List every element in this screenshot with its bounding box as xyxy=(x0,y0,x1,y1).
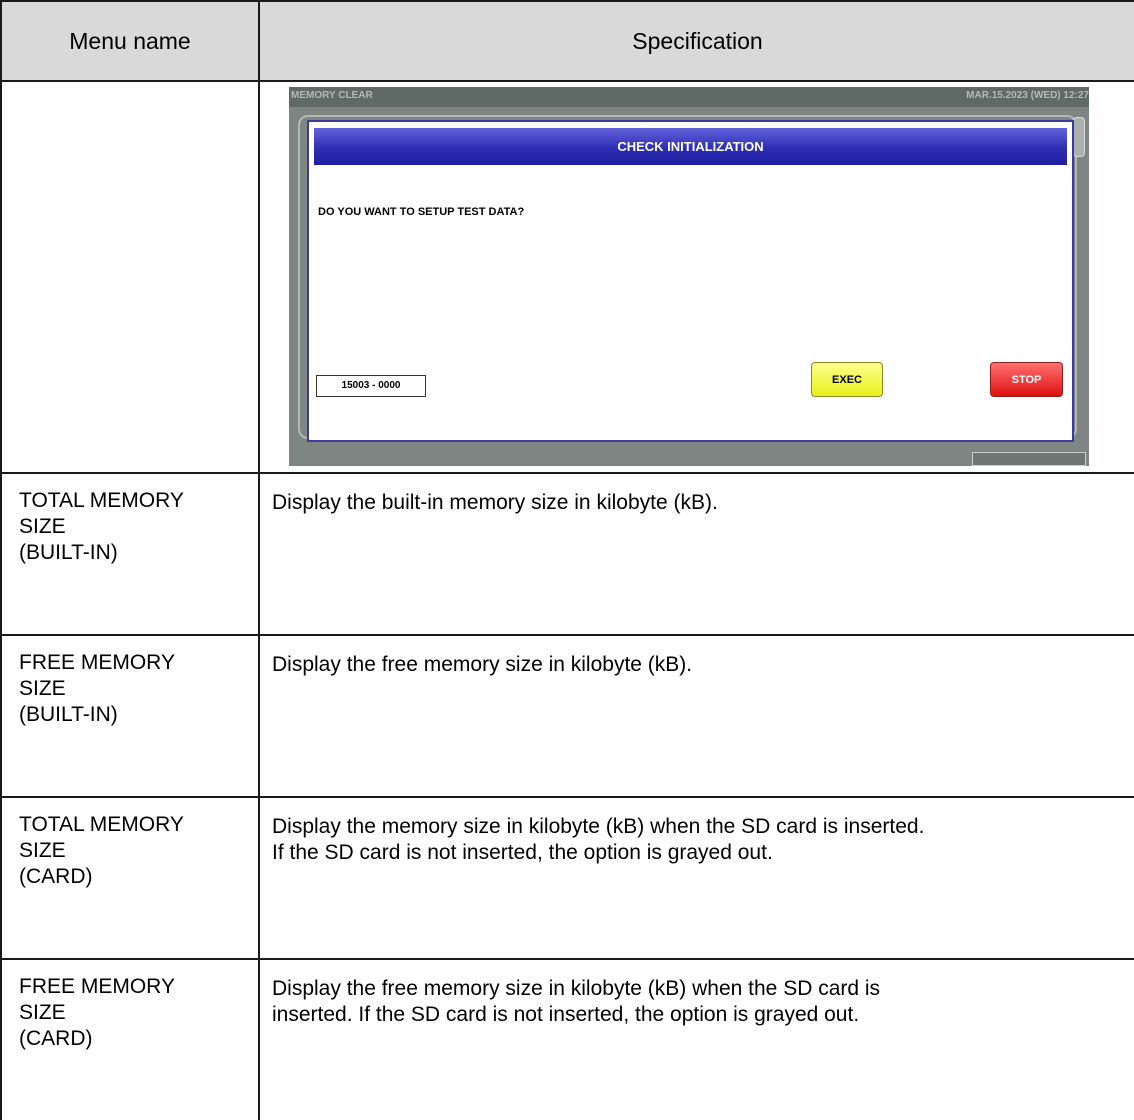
check-initialization-dialog: CHECK INITIALIZATION DO YOU WANT TO SETU… xyxy=(307,120,1074,442)
empty-cell xyxy=(0,80,260,474)
menu-name-cell: FREE MEMORY SIZE (CARD) xyxy=(19,975,175,1050)
table-row: FREE MEMORY SIZE (BUILT-IN) Display the … xyxy=(0,634,1134,798)
stop-button[interactable]: STOP xyxy=(990,362,1063,397)
screen-title: MEMORY CLEAR xyxy=(291,90,373,101)
error-code-box: 15003 - 0000 xyxy=(316,375,426,397)
screen-datetime: MAR.15.2023 (WED) 12:27 xyxy=(966,90,1089,101)
table-row: FREE MEMORY SIZE (CARD) Display the free… xyxy=(0,958,1134,1120)
table-header-row: Menu name Specification xyxy=(0,0,1134,82)
header-specification: Specification xyxy=(258,0,1134,82)
device-screen: MEMORY CLEAR MAR.15.2023 (WED) 12:27 CHE… xyxy=(289,87,1089,466)
menu-name-cell: TOTAL MEMORY SIZE (CARD) xyxy=(19,813,184,888)
header-menu-name: Menu name xyxy=(0,0,260,82)
table-row: TOTAL MEMORY SIZE (BUILT-IN) Display the… xyxy=(0,472,1134,636)
specification-cell: Display the memory size in kilobyte (kB)… xyxy=(272,815,925,864)
status-slot xyxy=(972,452,1086,466)
menu-name-cell: FREE MEMORY SIZE (BUILT-IN) xyxy=(19,651,175,726)
screen-title-bar: MEMORY CLEAR MAR.15.2023 (WED) 12:27 xyxy=(289,87,1089,107)
menu-name-cell: TOTAL MEMORY SIZE (BUILT-IN) xyxy=(19,489,184,564)
specification-cell: Display the free memory size in kilobyte… xyxy=(272,977,881,1026)
dialog-message: DO YOU WANT TO SETUP TEST DATA? xyxy=(318,206,525,218)
table-row: TOTAL MEMORY SIZE (CARD) Display the mem… xyxy=(0,796,1134,960)
scrollbar[interactable] xyxy=(1073,117,1085,157)
specification-cell: Display the free memory size in kilobyte… xyxy=(272,653,693,676)
dialog-title: CHECK INITIALIZATION xyxy=(314,128,1067,165)
exec-button[interactable]: EXEC xyxy=(811,362,883,397)
specification-cell: Display the built-in memory size in kilo… xyxy=(272,491,718,514)
